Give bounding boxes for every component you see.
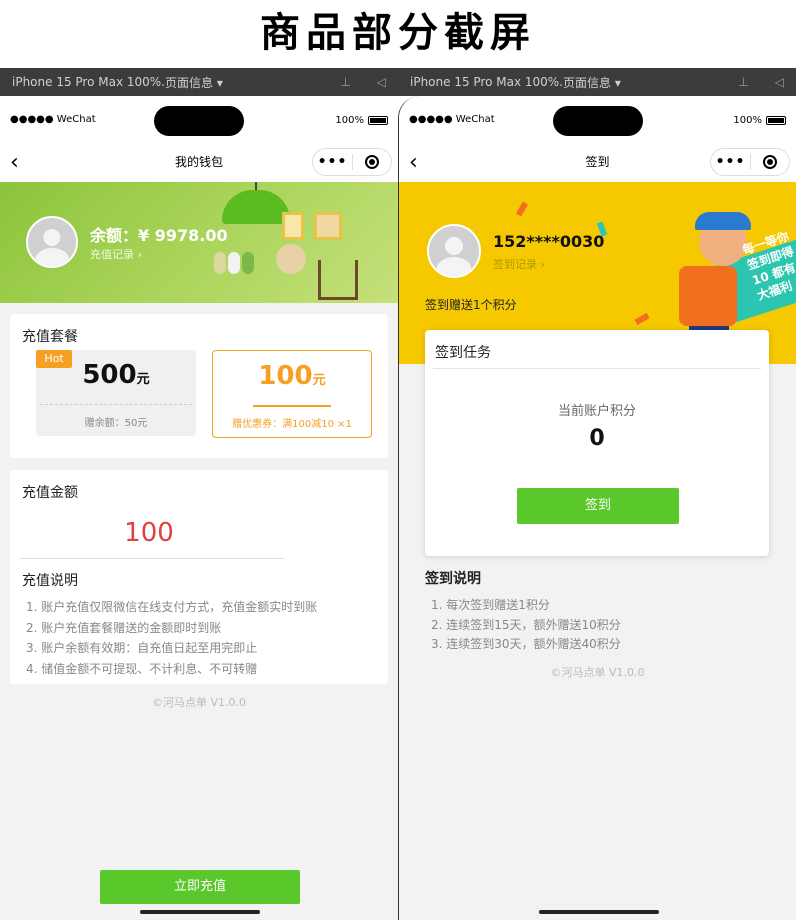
- pin-icon[interactable]: ⊥: [340, 75, 350, 89]
- wallet-phone-frame: ●●●●● WeChat 100% ‹ 我的钱包 ••• 余额：¥ 9978.0…: [0, 96, 398, 920]
- signin-desc-list: 1. 每次签到赠送1积分 2. 连续签到15天，额外赠送10积分 3. 连续签到…: [431, 596, 621, 655]
- devtools-bar-right: iPhone 15 Pro Max 100%... 页面信息 ▾ ⊥ ◁: [398, 68, 796, 96]
- speaker-icon[interactable]: ◁: [377, 75, 386, 89]
- desc-item: 3. 连续签到30天，额外赠送40积分: [431, 637, 621, 651]
- mascot-decoration: [695, 212, 751, 230]
- desc-item: 2. 账户充值套餐赠送的金额即时到账: [26, 620, 222, 635]
- package-card: 充值套餐 Hot 500元 赠余额：50元 100元 赠优惠券：满100减10 …: [10, 314, 388, 458]
- nav-bar: ‹ 我的钱包 •••: [0, 146, 398, 182]
- vase-decoration: [214, 252, 226, 274]
- signin-desc-title: 签到说明: [425, 571, 481, 587]
- device-label[interactable]: iPhone 15 Pro Max 100%...: [398, 75, 563, 89]
- recharge-now-button[interactable]: 立即充值: [100, 870, 300, 904]
- more-icon[interactable]: •••: [711, 154, 750, 170]
- status-bar: ●●●●● WeChat 100%: [399, 96, 796, 146]
- close-icon[interactable]: [751, 155, 789, 169]
- recharge-record-link[interactable]: 充值记录 ›: [90, 246, 142, 262]
- amount-section-title: 充值金额: [22, 485, 78, 501]
- package-amount-value: 100: [258, 361, 313, 391]
- mascot-decoration: [679, 266, 737, 326]
- package-note: 赠余额：50元: [84, 418, 148, 429]
- miniprogram-capsule: •••: [710, 148, 790, 176]
- dynamic-island: [553, 106, 643, 136]
- signin-phone-frame: ●●●●● WeChat 100% ‹ 签到 ••• 每一等你 签到即得10 都…: [398, 96, 796, 920]
- package-amount: 500元: [36, 360, 196, 390]
- lamp-decoration: [222, 190, 290, 224]
- page-info-menu[interactable]: 页面信息 ▾: [165, 74, 223, 91]
- amount-underline: [20, 558, 284, 559]
- balance-display: 余额：¥ 9978.00: [90, 222, 228, 246]
- signin-button[interactable]: 签到: [517, 488, 679, 524]
- package-amount-value: 500: [82, 360, 137, 390]
- package-section-title: 充值套餐: [22, 329, 78, 345]
- device-label[interactable]: iPhone 15 Pro Max 100%...: [0, 75, 165, 89]
- vase-decoration: [242, 252, 254, 274]
- amount-input[interactable]: 100: [10, 518, 288, 548]
- signin-task-card: 签到任务 当前账户积分 0 签到: [425, 330, 769, 556]
- amount-card: 充值金额 100 充值说明 1. 账户充值仅限微信在线支付方式，充值金额实时到账…: [10, 470, 388, 684]
- desc-item: 3. 账户余额有效期：自充值日起至用完即止: [26, 641, 258, 655]
- home-indicator: [539, 910, 659, 914]
- devtools-bar-left: iPhone 15 Pro Max 100%... 页面信息 ▾ ⊥ ◁: [0, 68, 398, 96]
- picture-frame-decoration: [282, 212, 304, 240]
- carrier-label: ●●●●● WeChat: [409, 114, 495, 125]
- more-icon[interactable]: •••: [313, 154, 352, 170]
- balance-value: ¥ 9978.00: [138, 226, 228, 245]
- confetti-decoration: [634, 312, 650, 326]
- speaker-icon[interactable]: ◁: [775, 75, 784, 89]
- dynamic-island: [154, 106, 244, 136]
- phone-number: 152****0030: [493, 232, 605, 251]
- chair-decoration: [318, 260, 358, 300]
- signin-record-link[interactable]: 签到记录 ›: [493, 256, 545, 272]
- points-value: 0: [589, 426, 605, 451]
- battery-icon: [368, 116, 388, 125]
- page-info-menu[interactable]: 页面信息 ▾: [563, 74, 621, 91]
- nav-bar: ‹ 签到 •••: [399, 146, 796, 182]
- desc-item: 4. 储值金额不可提现、不计利息、不可转赠: [26, 661, 258, 676]
- battery-percent: 100%: [335, 115, 364, 126]
- miniprogram-capsule: •••: [312, 148, 392, 176]
- card-divider: [433, 368, 761, 369]
- pin-icon[interactable]: ⊥: [738, 75, 748, 89]
- desc-item: 2. 连续签到15天，额外赠送10积分: [431, 617, 621, 632]
- balance-label: 余额：: [90, 226, 139, 245]
- package-divider: [253, 405, 331, 407]
- package-amount: 100元: [213, 361, 371, 391]
- confetti-decoration: [515, 201, 529, 217]
- package-option-500[interactable]: Hot 500元 赠余额：50元: [36, 350, 196, 436]
- package-option-100[interactable]: 100元 赠优惠券：满100减10 ×1: [212, 350, 372, 438]
- status-bar: ●●●●● WeChat 100%: [0, 96, 398, 146]
- picture-frame-decoration: [314, 212, 342, 240]
- desc-list: 1. 账户充值仅限微信在线支付方式，充值金额实时到账 2. 账户充值套餐赠送的金…: [26, 597, 317, 679]
- signin-bonus-text: 签到赠送1个积分: [425, 298, 517, 312]
- package-note: 赠优惠券：满100减10 ×1: [232, 419, 352, 430]
- battery-percent: 100%: [733, 115, 762, 126]
- points-label: 当前账户积分: [557, 404, 636, 419]
- vase-decoration: [228, 252, 240, 274]
- avatar: [427, 224, 481, 278]
- page-heading: 商品部分截屏: [260, 9, 536, 56]
- package-unit: 元: [312, 373, 326, 388]
- desc-title: 充值说明: [22, 573, 78, 589]
- package-unit: 元: [136, 372, 150, 387]
- teddy-bear-decoration: [276, 244, 306, 274]
- desc-item: 1. 每次签到赠送1积分: [431, 598, 550, 612]
- package-divider: [40, 404, 192, 405]
- battery-icon: [766, 116, 786, 125]
- copyright: ©河马点单 V1.0.0: [550, 666, 645, 679]
- avatar: [26, 216, 78, 268]
- task-title: 签到任务: [435, 345, 491, 361]
- carrier-label: ●●●●● WeChat: [10, 114, 96, 125]
- close-icon[interactable]: [353, 155, 391, 169]
- desc-item: 1. 账户充值仅限微信在线支付方式，充值金额实时到账: [26, 600, 318, 614]
- copyright: ©河马点单 V1.0.0: [151, 696, 246, 709]
- home-indicator: [140, 910, 260, 914]
